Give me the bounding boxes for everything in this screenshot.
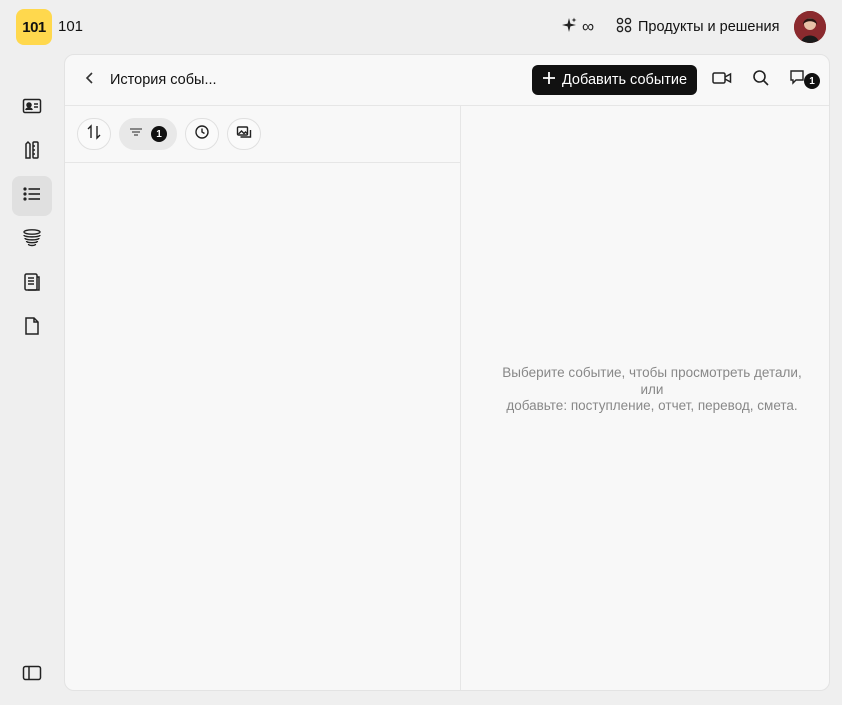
time-filter-button[interactable] [185,118,219,150]
sparkle-icon [560,16,578,39]
page-title: История собы... [110,72,217,88]
search-icon [752,69,770,92]
sort-arrows-icon [86,123,102,145]
ai-button[interactable]: ∞ [560,16,594,38]
app-name: 101 [58,18,84,35]
filter-count-badge: 1 [151,126,167,142]
products-label: Продукты и решения [638,19,780,35]
messages-count-badge: 1 [804,73,820,89]
user-avatar[interactable] [794,11,826,43]
events-panel: История собы... Добавить событие 1 1 Выб… [64,54,830,691]
sidebar-panel-icon [22,663,42,688]
rail-item-documents[interactable] [12,308,52,348]
rail-item-contacts[interactable] [12,88,52,128]
add-event-label: Добавить событие [561,72,688,88]
products-button[interactable]: Продукты и решения [616,16,779,38]
grid-icon [616,17,632,37]
coins-stack-icon [22,228,42,253]
sort-button[interactable] [77,118,111,150]
back-button[interactable] [79,69,101,91]
ruler-pencil-icon [22,140,42,165]
add-event-button[interactable]: Добавить событие [532,65,697,95]
ai-limit-label: ∞ [582,17,595,36]
panel-header: История собы... Добавить событие 1 [65,55,829,106]
clock-icon [194,124,210,145]
app-logo[interactable]: 101 [16,9,52,45]
filter-button[interactable]: 1 [119,118,177,150]
document-icon [22,316,42,341]
video-camera-icon [712,70,732,91]
empty-state-line1: Выберите событие, чтобы просмотреть дета… [502,365,802,380]
event-details-pane: Выберите событие, чтобы просмотреть дета… [461,106,829,690]
media-filter-button[interactable] [227,118,261,150]
search-button[interactable] [749,68,773,92]
empty-state-line2: или [640,381,664,397]
rail-item-tools[interactable] [12,132,52,172]
messages-button[interactable]: 1 [787,68,820,92]
images-icon [236,124,252,145]
rail-item-notes[interactable] [12,264,52,304]
rail-item-events[interactable] [12,176,52,216]
video-call-button[interactable] [710,68,734,92]
sidebar-toggle-button[interactable] [12,655,52,695]
filter-lines-icon [129,125,143,143]
list-toolbar: 1 [65,106,460,163]
empty-state-line3: добавьте: поступление, отчет, перевод, с… [506,398,798,413]
empty-state-message: Выберите событие, чтобы просмотреть дета… [481,365,823,415]
notebook-icon [22,272,42,297]
chevron-left-icon [83,71,97,90]
events-list-pane: 1 [65,106,461,690]
rail-item-finance[interactable] [12,220,52,260]
plus-icon [542,71,556,89]
list-icon [22,184,42,209]
contact-card-icon [22,96,42,121]
